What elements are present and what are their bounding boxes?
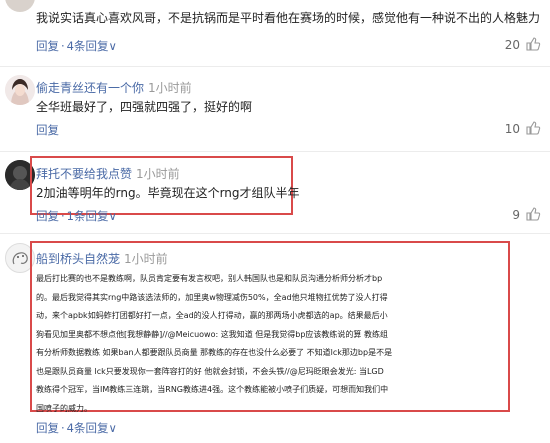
comment-header: 船到桥头自然茏 1小时前	[36, 250, 168, 267]
divider	[0, 233, 550, 234]
reply-button[interactable]: 回复	[36, 123, 59, 137]
divider	[0, 66, 550, 67]
reply-button[interactable]: 回复	[36, 39, 59, 53]
thumb-up-icon[interactable]	[525, 36, 541, 52]
comment-text: 最后打比赛的也不是教练啊，队员肯定要有发言权吧，别人韩国队也是和队员沟通分析师分…	[36, 270, 511, 418]
username-link[interactable]: 偷走青丝还有一个你	[36, 81, 144, 95]
comment-line: 狗看见加里奥都不想点他[我想静静]//@Meicuowo: 这我知道 但是我觉得…	[36, 329, 388, 339]
avatar[interactable]	[5, 75, 35, 105]
thumb-up-icon[interactable]	[525, 206, 541, 222]
chevron-down-icon[interactable]: ∨	[108, 209, 116, 223]
comment-actions: 回复 · 4条回复∨	[36, 39, 117, 53]
thumb-up-icon[interactable]	[525, 120, 541, 136]
comment-line: 最后打比赛的也不是教练啊，队员肯定要有发言权吧，别人韩国队也是和队员沟通分析师分…	[36, 274, 383, 283]
username-link[interactable]: 船到桥头自然茏	[36, 252, 120, 266]
comment-header: 偷走青丝还有一个你 1小时前	[36, 79, 192, 96]
comment-line: 有分析师数据教练 如果ban人都要跟队员商量 那教练的存在也没什么必要了 不知道…	[36, 348, 393, 357]
chevron-down-icon[interactable]: ∨	[108, 421, 116, 435]
comment-line: 国喷子的威力。	[36, 403, 92, 413]
comment-line: 的。最后我觉得其实rng中路该选法师的，加里奥w物理减伤50%，全ad他只堆物扛…	[36, 292, 388, 302]
replies-link[interactable]: 1条回复	[67, 209, 109, 223]
divider	[0, 151, 550, 152]
comment-line: 教练得个冠军，当IM教练三连跳，当RNG教练进4强。这个教练能被小喷子们质疑，可…	[36, 385, 389, 394]
replies-link[interactable]: 4条回复	[67, 39, 109, 53]
comment-time: 1小时前	[124, 252, 168, 266]
reply-button[interactable]: 回复	[36, 421, 59, 435]
avatar[interactable]	[5, 0, 35, 12]
comment-text: 2加油等明年的rng。毕竟现在这个rng才组队半年	[36, 186, 300, 200]
comment-text: 我说实话真心喜欢风哥，不是抗锅而是平时看他在赛场的时候，感觉他有一种说不出的人格…	[36, 11, 541, 25]
like-count: 10	[504, 122, 520, 136]
comment-actions: 回复 · 4条回复∨	[36, 421, 117, 435]
chevron-down-icon[interactable]: ∨	[108, 39, 116, 53]
reply-button[interactable]: 回复	[36, 209, 59, 223]
comment-actions: 回复 · 1条回复∨	[36, 209, 117, 223]
comment-time: 1小时前	[148, 81, 192, 95]
username-link[interactable]: 拜托不要给我点赞	[36, 167, 132, 181]
comment-header: 拜托不要给我点赞 1小时前	[36, 165, 180, 182]
comment-line: 动，来个apbk如蚂蚱打团都好打一点，全ad的没人打得动，赢的那两场小虎都选的a…	[36, 311, 388, 320]
comment-line: 也是跟队员商量 lck只要发现你一套阵容打的好 他就会封锁，不会头铁//@尼玛眨…	[36, 366, 384, 376]
comment-actions: 回复	[36, 122, 59, 138]
replies-link[interactable]: 4条回复	[67, 421, 109, 435]
comment-text: 全华班最好了，四强就四强了，挺好的啊	[36, 100, 253, 114]
comment-time: 1小时前	[136, 167, 180, 181]
like-count: 20	[504, 38, 520, 52]
like-count: 9	[512, 208, 520, 222]
